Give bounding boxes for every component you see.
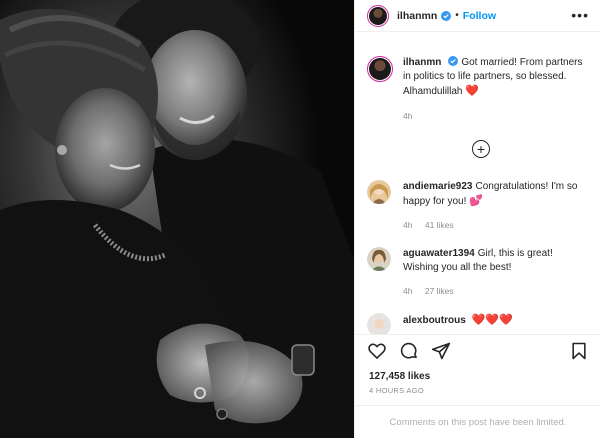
post-caption: ilhanmn Got married! From partners in pol… [367, 56, 591, 99]
likes-count[interactable]: 127,458 likes [369, 371, 430, 382]
comment-username[interactable]: andiemarie923 [403, 181, 473, 192]
comment-emoji: 💕 [469, 195, 483, 207]
header-separator: • [455, 10, 459, 21]
heart-icon[interactable] [367, 341, 387, 361]
caption-text-block: ilhanmn Got married! From partners in pol… [403, 56, 591, 99]
share-icon[interactable] [431, 341, 451, 361]
comment-likes[interactable]: 41 likes [425, 220, 454, 230]
caption-username[interactable]: ilhanmn [403, 57, 441, 68]
comment-username[interactable]: alexboutrous [403, 315, 466, 326]
caption-avatar[interactable] [367, 56, 393, 82]
action-icons [367, 341, 451, 361]
post-header: ilhanmn • Follow ••• [355, 0, 600, 32]
post-actions: 127,458 likes 4 HOURS AGO Comments on th… [355, 334, 600, 438]
comment-username[interactable]: aguawater1394 [403, 248, 475, 259]
verified-badge-icon [448, 56, 459, 66]
comment-icon[interactable] [399, 341, 419, 361]
posted-time[interactable]: 4 HOURS AGO [369, 386, 424, 395]
comments-limited-notice: Comments on this post have been limited. [355, 405, 600, 438]
comment-text-block: aguawater1394 Girl, this is great! Wishin… [403, 247, 591, 275]
comment-item: andiemarie923 Congratulations! I'm so hap… [367, 180, 591, 209]
header-username[interactable]: ilhanmn [397, 10, 437, 22]
post-modal: ilhanmn • Follow ••• ilhanmn Got married!… [0, 0, 600, 438]
avatar[interactable] [367, 4, 389, 27]
comment-time: 4h [403, 220, 413, 230]
verified-badge-icon [441, 10, 452, 21]
comment-meta: 4h 41 likes [403, 220, 464, 230]
follow-button[interactable]: Follow [463, 10, 496, 22]
comment-text-block: andiemarie923 Congratulations! I'm so hap… [403, 180, 591, 209]
post-side-panel: ilhanmn • Follow ••• ilhanmn Got married!… [354, 0, 600, 438]
comment-item: aguawater1394 Girl, this is great! Wishin… [367, 247, 591, 275]
wedding-photo-image [0, 0, 354, 438]
load-more-comments-button[interactable]: + [472, 140, 490, 158]
post-photo[interactable] [0, 0, 354, 438]
bookmark-icon[interactable] [569, 341, 589, 361]
comment-likes[interactable]: 27 likes [425, 286, 454, 296]
caption-time: 4h [403, 111, 413, 121]
comment-time: 4h [403, 286, 413, 296]
comment-avatar[interactable] [367, 247, 391, 271]
comment-meta: 4h 27 likes [403, 286, 464, 296]
comment-emoji: ❤️❤️❤️ [471, 314, 513, 326]
more-options-icon[interactable]: ••• [571, 8, 589, 22]
caption-heart-emoji: ❤️ [465, 85, 479, 97]
comment-avatar[interactable] [367, 180, 391, 204]
